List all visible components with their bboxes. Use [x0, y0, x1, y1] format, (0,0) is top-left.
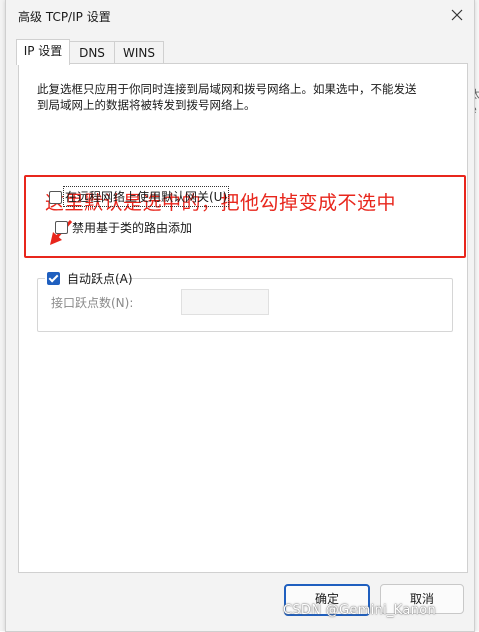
use-default-gateway-checkbox[interactable] [49, 191, 62, 204]
close-button[interactable] [446, 4, 468, 26]
disable-class-routes-label[interactable]: 禁用基于类的路由添加 [72, 219, 192, 236]
disable-class-routes-checkbox[interactable] [55, 221, 68, 234]
tab-dns[interactable]: DNS [69, 41, 115, 64]
tab-label: DNS [79, 46, 105, 60]
auto-metric-checkbox[interactable] [47, 272, 60, 285]
tab-ip-settings[interactable]: IP 设置 [16, 39, 70, 65]
auto-metric-label[interactable]: 自动跃点(A) [67, 272, 133, 286]
csdn-watermark: CSDN @Gemini_Kanon [283, 603, 436, 618]
use-default-gateway-label[interactable]: 在远程网络上使用默认网关(U) [62, 186, 230, 207]
dialog-title: 高级 TCP/IP 设置 [18, 10, 111, 24]
interface-metric-label: 接口跃点数(N): [51, 296, 134, 310]
advanced-tcpip-dialog: 高级 TCP/IP 设置 IP 设置 DNS WINS 此复选框只应用于你同时连… [5, 0, 475, 632]
auto-metric-legend: 自动跃点(A) [45, 270, 133, 286]
tab-label: WINS [123, 46, 155, 60]
tab-wins[interactable]: WINS [114, 41, 164, 64]
tab-label: IP 设置 [23, 44, 63, 58]
interface-metric-input[interactable] [181, 289, 269, 315]
gateway-description: 此复选框只应用于你同时连接到局域网和拨号网络上。如果选中，不能发送到局域网上的数… [37, 82, 417, 112]
ip-settings-panel: 此复选框只应用于你同时连接到局域网和拨号网络上。如果选中，不能发送到局域网上的数… [18, 63, 468, 573]
close-icon [451, 9, 463, 21]
title-bar: 高级 TCP/IP 设置 [6, 0, 474, 32]
